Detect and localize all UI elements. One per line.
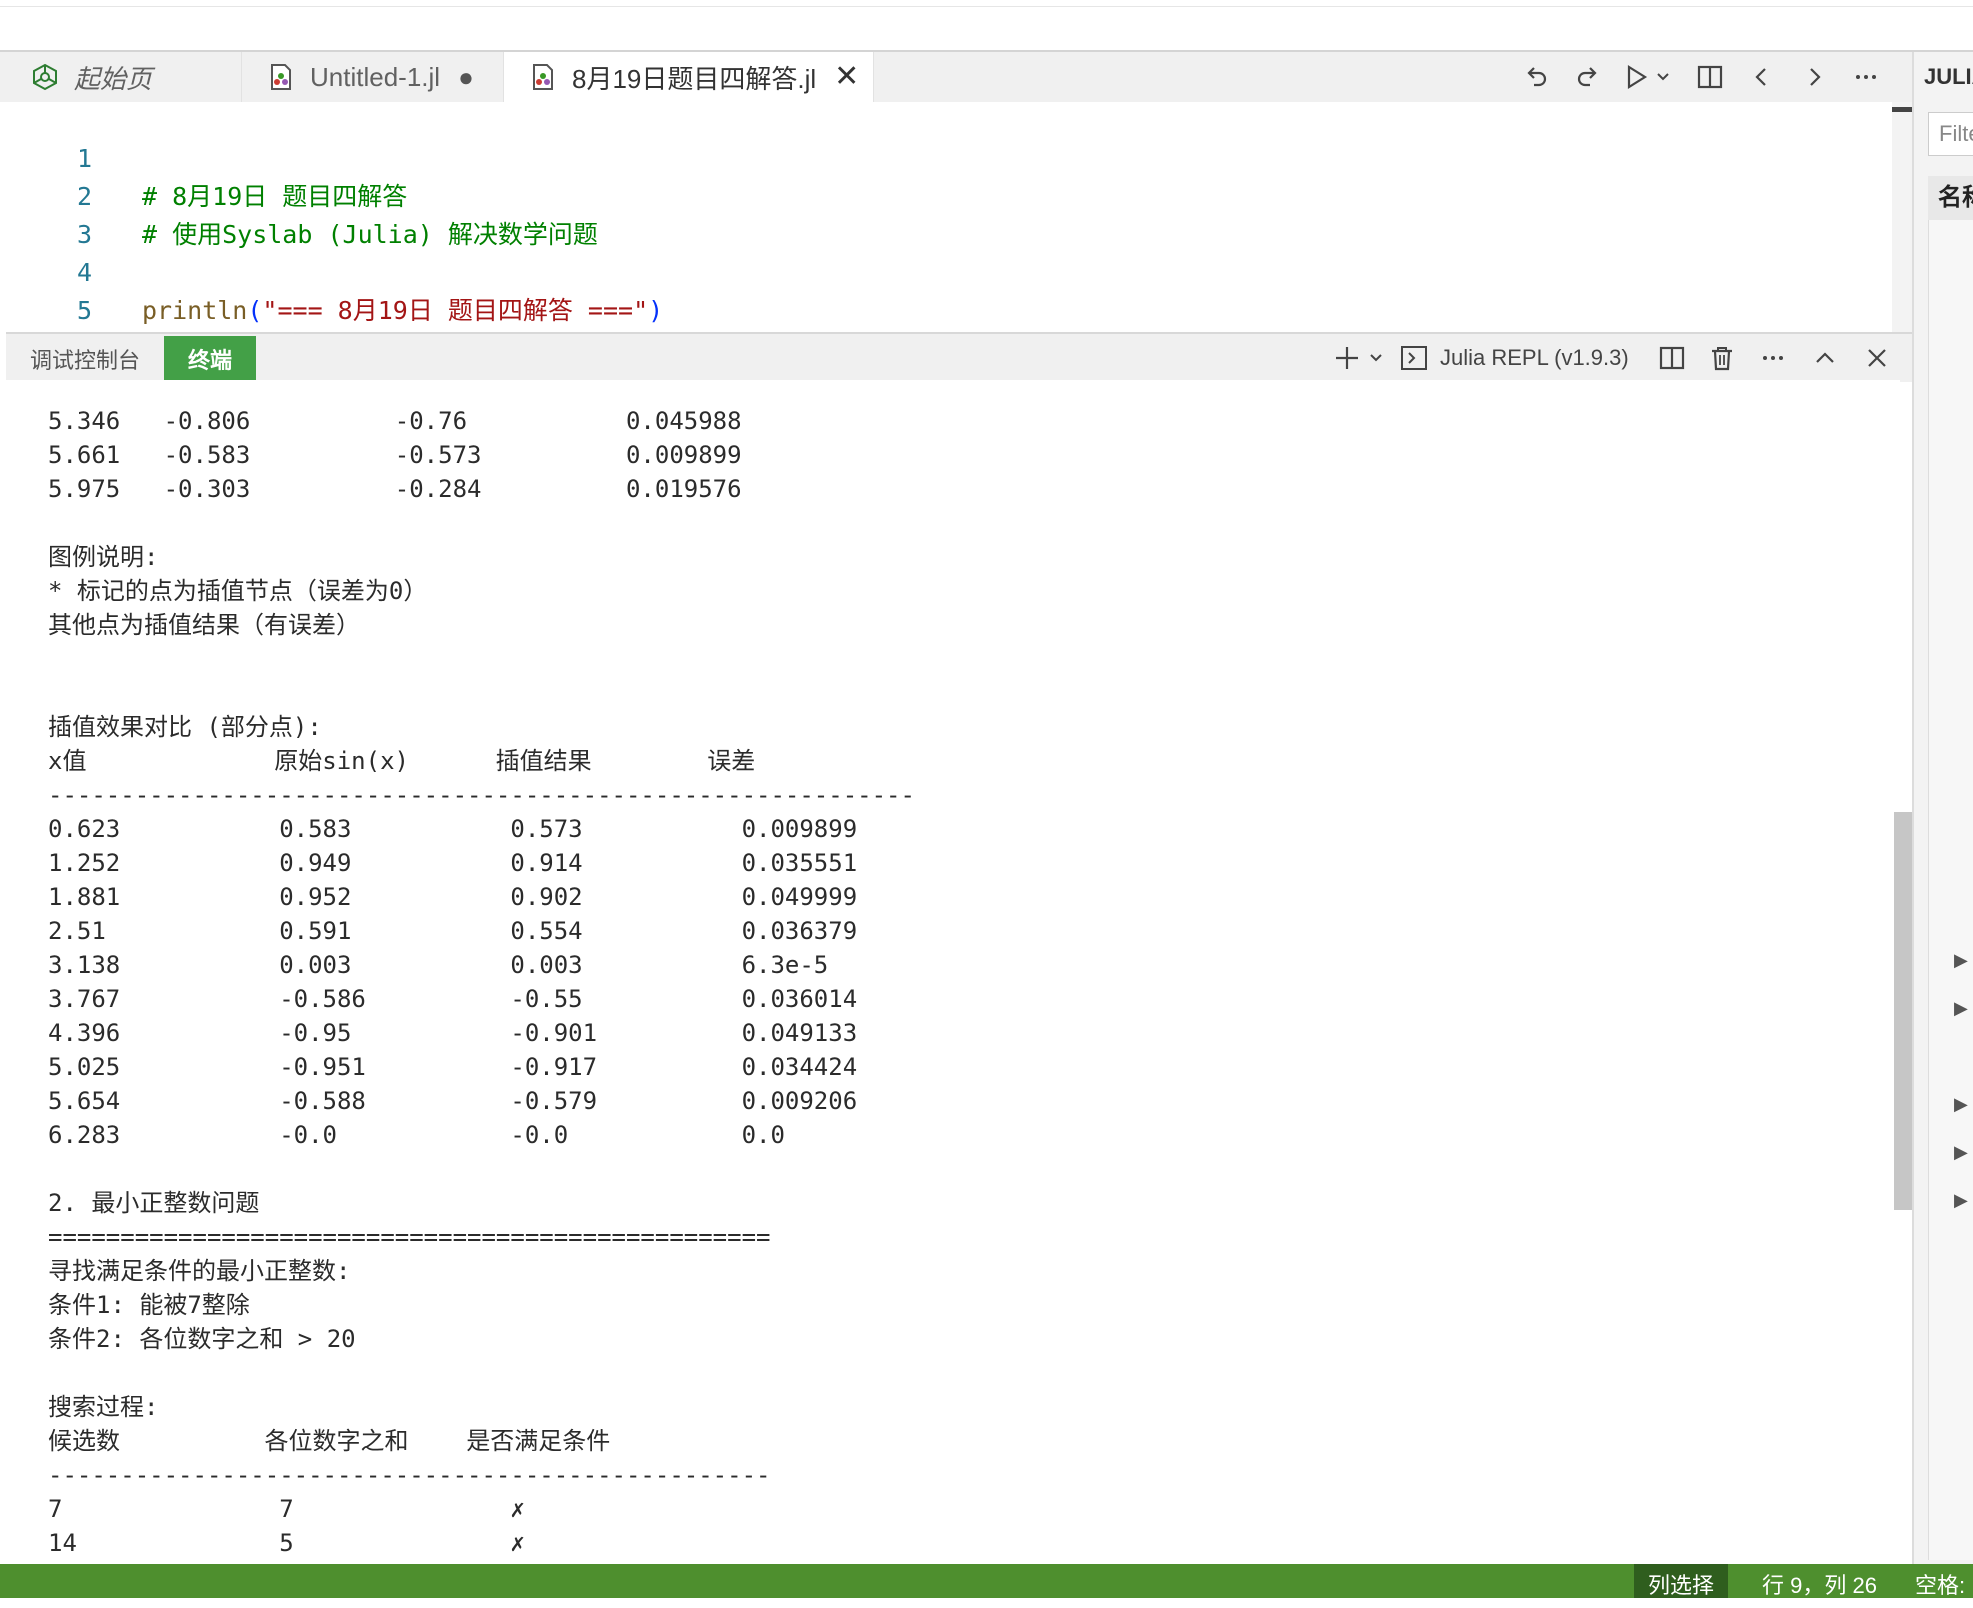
terminal-line: 14 5 ✗ bbox=[48, 1529, 525, 1557]
close-tab-icon[interactable]: ✕ bbox=[834, 62, 859, 92]
terminal-line: 5.346 -0.806 -0.76 0.045988 bbox=[48, 407, 742, 435]
code-comment: # 8月19日 题目四解答 bbox=[142, 182, 408, 211]
workspace-title: JULIA bbox=[1924, 64, 1973, 89]
tab-label: 8月19日题目四解答.jl bbox=[572, 63, 817, 94]
cursor-position[interactable]: 行 9，列 26 bbox=[1762, 1564, 1877, 1598]
code-line: 4 println("=== 8月19日 题目四解答 ===") bbox=[6, 216, 663, 325]
function-name: println bbox=[142, 296, 248, 325]
status-bar: 列选择 行 9，列 26 空格: bbox=[0, 1564, 1973, 1598]
terminal-line: 图例说明: bbox=[48, 543, 159, 571]
terminal-icon bbox=[1396, 334, 1432, 382]
tab-start-page[interactable]: 起始页 bbox=[6, 52, 242, 102]
workspace-list bbox=[1928, 220, 1973, 1560]
julia-workspace-panel: JULIA Filter 名称 ▶ ▶ ▶ ▶ ▶ bbox=[1912, 52, 1973, 1564]
julia-file-icon bbox=[528, 62, 558, 92]
terminal-line: 5.025 -0.951 -0.917 0.034424 bbox=[48, 1053, 858, 1081]
terminal-line: 寻找满足条件的最小正整数: bbox=[48, 1257, 351, 1285]
panel-toolbar: Julia REPL (v1.9.3) bbox=[1326, 334, 1903, 382]
terminal-line: 2. 最小正整数问题 bbox=[48, 1189, 260, 1217]
tab-active-file[interactable]: 8月19日题目四解答.jl ✕ bbox=[504, 52, 874, 102]
terminal-line: x值 原始sin(x) 插值结果 误差 bbox=[48, 747, 756, 775]
terminal-line: 条件2: 各位数字之和 > 20 bbox=[48, 1325, 356, 1353]
tab-label: Untitled-1.jl bbox=[310, 61, 441, 92]
undo-icon[interactable] bbox=[1510, 52, 1562, 102]
expand-arrow-icon[interactable]: ▶ bbox=[1954, 998, 1968, 1019]
tab-terminal[interactable]: 终端 bbox=[164, 336, 256, 382]
terminal-line: 搜索过程: bbox=[48, 1393, 159, 1421]
terminal-scrollbar[interactable] bbox=[1894, 812, 1912, 1210]
start-page-icon bbox=[30, 62, 60, 92]
terminal-line: 5.654 -0.588 -0.579 0.009206 bbox=[48, 1087, 858, 1115]
editor-scrollbar[interactable] bbox=[1892, 102, 1914, 332]
terminal-line: 5.661 -0.583 -0.573 0.009899 bbox=[48, 441, 742, 469]
expand-arrow-icon[interactable]: ▶ bbox=[1954, 1094, 1968, 1115]
workspace-column-header: 名称 bbox=[1928, 176, 1973, 220]
editor-scroll-thumb[interactable] bbox=[1892, 107, 1914, 112]
terminal-line: 候选数 各位数字之和 是否满足条件 bbox=[48, 1427, 611, 1455]
panel-tab-bar: 调试控制台 终端 Julia REPL (v1.9.3) bbox=[6, 332, 1912, 382]
top-divider bbox=[0, 6, 1973, 7]
maximize-panel-icon[interactable] bbox=[1799, 334, 1851, 382]
run-icon[interactable] bbox=[1614, 52, 1684, 102]
terminal-line: 3.767 -0.586 -0.55 0.036014 bbox=[48, 985, 858, 1013]
code-comment: # 使用Syslab (Julia) 解决数学问题 bbox=[142, 220, 598, 249]
split-terminal-icon[interactable] bbox=[1647, 334, 1697, 382]
code-line: 3 bbox=[6, 178, 92, 249]
code-statement: println("=== 8月19日 题目四解答 ===") bbox=[142, 292, 663, 330]
paren-close: ) bbox=[648, 296, 664, 325]
close-panel-icon[interactable] bbox=[1851, 334, 1903, 382]
tab-label: 起始页 bbox=[74, 63, 153, 94]
expand-arrow-icon[interactable]: ▶ bbox=[1954, 1190, 1968, 1211]
trash-icon[interactable] bbox=[1697, 334, 1747, 382]
window-top-strip bbox=[0, 0, 1973, 52]
more-actions-icon[interactable] bbox=[1747, 334, 1799, 382]
code-line: 1 # 8月19日 题目四解答 bbox=[6, 102, 407, 211]
terminal-line: 6.283 -0.0 -0.0 0.0 bbox=[48, 1121, 785, 1149]
julia-file-icon bbox=[266, 62, 296, 92]
repl-name-label[interactable]: Julia REPL (v1.9.3) bbox=[1440, 345, 1629, 371]
terminal-line: 0.623 0.583 0.573 0.009899 bbox=[48, 815, 858, 843]
code-line: 5 println() bbox=[6, 254, 278, 363]
code-line: 2 # 使用Syslab (Julia) 解决数学问题 bbox=[6, 140, 598, 249]
terminal-line: 3.138 0.003 0.003 6.3e-5 bbox=[48, 951, 829, 979]
terminal-line: 1.881 0.952 0.902 0.049999 bbox=[48, 883, 858, 911]
tab-debug-console[interactable]: 调试控制台 bbox=[6, 336, 164, 382]
terminal-line: 7 7 ✗ bbox=[48, 1495, 525, 1523]
new-terminal-icon[interactable] bbox=[1326, 334, 1396, 382]
terminal-line: * 标记的点为插值节点（误差为0） bbox=[48, 577, 428, 605]
terminal-line: 1.252 0.949 0.914 0.035551 bbox=[48, 849, 858, 877]
paren-open: ( bbox=[247, 296, 263, 325]
workspace-filter-input[interactable]: Filter bbox=[1928, 112, 1973, 156]
tab-untitled-1[interactable]: Untitled-1.jl ● bbox=[242, 52, 504, 102]
terminal-line: 其他点为插值结果（有误差） bbox=[48, 611, 360, 639]
selection-mode-indicator[interactable]: 列选择 bbox=[1634, 1564, 1729, 1598]
split-editor-icon[interactable] bbox=[1684, 52, 1736, 102]
chevron-right-icon[interactable] bbox=[1788, 52, 1840, 102]
unsaved-dot-icon: ● bbox=[458, 61, 474, 92]
terminal-output[interactable]: 5.346 -0.806 -0.76 0.045988 5.661 -0.583 … bbox=[6, 380, 1900, 1564]
terminal-line: 插值效果对比 (部分点): bbox=[48, 713, 322, 741]
more-actions-icon[interactable] bbox=[1840, 52, 1892, 102]
terminal-line: ----------------------------------------… bbox=[48, 1461, 771, 1489]
terminal-line: ----------------------------------------… bbox=[48, 781, 915, 809]
expand-arrow-icon[interactable]: ▶ bbox=[1954, 950, 1968, 971]
string-literal: "=== 8月19日 题目四解答 ===" bbox=[262, 296, 649, 325]
indentation-indicator[interactable]: 空格: bbox=[1915, 1564, 1965, 1598]
terminal-line: 4.396 -0.95 -0.901 0.049133 bbox=[48, 1019, 858, 1047]
terminal-line: 条件1: 能被7整除 bbox=[48, 1291, 250, 1319]
terminal-line: 5.975 -0.303 -0.284 0.019576 bbox=[48, 475, 742, 503]
code-editor[interactable]: 1 # 8月19日 题目四解答 2 # 使用Syslab (Julia) 解决数… bbox=[6, 102, 1888, 363]
editor-toolbar bbox=[1510, 52, 1892, 102]
redo-icon[interactable] bbox=[1562, 52, 1614, 102]
expand-arrow-icon[interactable]: ▶ bbox=[1954, 1142, 1968, 1163]
chevron-left-icon[interactable] bbox=[1736, 52, 1788, 102]
code-line: 6 bbox=[6, 292, 92, 363]
terminal-line: 2.51 0.591 0.554 0.036379 bbox=[48, 917, 858, 945]
terminal-line: ========================================… bbox=[48, 1223, 771, 1251]
